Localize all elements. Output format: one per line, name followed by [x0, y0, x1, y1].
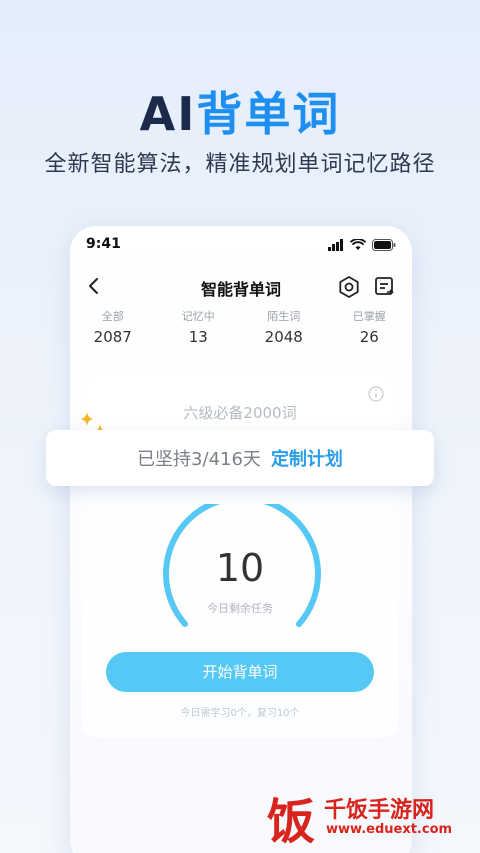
- today-note: 今日需学习0个，复习10个: [180, 708, 300, 719]
- remaining-label: 今日剩余任务: [207, 602, 273, 615]
- start-button[interactable]: 开始背单词: [106, 652, 374, 692]
- stat-all[interactable]: 全部 2087: [70, 308, 156, 346]
- stat-mastered[interactable]: 已掌握 26: [327, 308, 413, 346]
- remaining-count: 10: [215, 546, 265, 590]
- stat-memorizing[interactable]: 记忆中 13: [156, 308, 242, 346]
- streak-banner: 已坚持3/416天 定制计划: [46, 430, 434, 486]
- watermark-logo: 饭: [267, 794, 315, 848]
- headline-ai: AI: [139, 87, 197, 141]
- word-stats: 全部 2087 记忆中 13 陌生词 2048 已掌握 26: [70, 308, 412, 346]
- custom-plan-link[interactable]: 定制计划: [271, 445, 343, 471]
- status-icons: [328, 239, 396, 251]
- headline-accent: 背单词: [196, 87, 341, 141]
- stat-value: 2087: [93, 328, 132, 346]
- promo-headline: AI背单词: [0, 78, 480, 144]
- nav-bar: 智能背单词: [70, 272, 412, 302]
- stat-label: 记忆中: [181, 310, 215, 323]
- status-bar: 9:41: [86, 236, 396, 256]
- phone-frame: 9:41 智能背单词 全部 2087 记忆中 13 陌生词 2048 已掌握 2…: [70, 226, 412, 853]
- stat-value: 2048: [264, 328, 303, 346]
- stat-label: 已掌握: [352, 310, 386, 323]
- wifi-icon: [350, 239, 366, 250]
- watermark: 饭 千饭手游网 www.eduext.com: [262, 790, 472, 848]
- watermark-title: 千饭手游网: [324, 798, 435, 823]
- settings-hexagon-icon[interactable]: [336, 274, 362, 300]
- battery-icon: [372, 239, 396, 251]
- signal-icon: [328, 239, 343, 251]
- plan-title: 六级必备2000词: [183, 404, 297, 422]
- stat-unfamiliar[interactable]: 陌生词 2048: [241, 308, 327, 346]
- promo-subline: 全新智能算法，精准规划单词记忆路径: [44, 152, 436, 177]
- stat-label: 陌生词: [267, 310, 301, 323]
- watermark-logo-char: 饭: [267, 794, 315, 848]
- stat-value: 13: [188, 328, 208, 346]
- watermark-url: www.eduext.com: [326, 822, 453, 837]
- stat-value: 26: [359, 328, 379, 346]
- word-list-icon[interactable]: [372, 274, 398, 300]
- streak-text: 已坚持3/416天: [137, 449, 261, 470]
- stat-label: 全部: [101, 310, 124, 323]
- info-icon[interactable]: [368, 386, 384, 402]
- status-time: 9:41: [86, 236, 121, 252]
